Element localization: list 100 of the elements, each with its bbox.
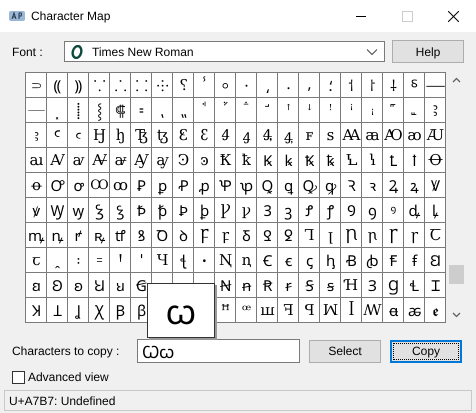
character-cell[interactable]: Ɡ <box>383 273 404 298</box>
character-cell[interactable]: ꞎ <box>173 248 194 273</box>
character-cell[interactable]: ꞩ <box>320 273 341 298</box>
character-cell[interactable]: ꝃ <box>278 148 299 173</box>
character-cell[interactable]: ⸧ <box>26 73 47 98</box>
character-cell[interactable]: Ꭓ <box>89 298 110 323</box>
character-cell[interactable]: ꜣ <box>26 123 47 148</box>
character-cell[interactable]: ꞉ <box>68 248 89 273</box>
character-cell[interactable]: ꝸ <box>131 223 152 248</box>
character-cell[interactable]: ꝕ <box>236 173 257 198</box>
character-cell[interactable]: Ꞩ <box>299 273 320 298</box>
character-cell[interactable]: ꝫ <box>278 198 299 223</box>
character-cell[interactable]: ⸸ <box>383 73 404 98</box>
character-cell[interactable]: ꜟ <box>362 98 383 123</box>
character-cell[interactable]: ꝥ <box>152 198 173 223</box>
character-cell[interactable]: ꜡ <box>404 98 425 123</box>
character-cell[interactable]: Ʞ <box>26 298 47 323</box>
character-cell[interactable]: ⸼ <box>47 98 68 123</box>
character-cell[interactable]: ꜘ <box>215 98 236 123</box>
character-cell[interactable]: Ꞵ <box>110 298 131 323</box>
character-cell[interactable]: ⸳ <box>278 73 299 98</box>
character-cell[interactable]: Ꞝ <box>47 273 68 298</box>
character-cell[interactable]: Ꝉ <box>383 148 404 173</box>
character-cell[interactable]: Ꝙ <box>299 173 320 198</box>
character-cell[interactable]: ꜽ <box>152 148 173 173</box>
character-cell[interactable]: Ꜳ <box>341 123 362 148</box>
character-cell[interactable]: Ꝥ <box>131 198 152 223</box>
character-cell[interactable]: ꜹ <box>68 148 89 173</box>
character-cell[interactable]: ꟼ <box>299 298 320 323</box>
action-button[interactable]: Copy <box>390 340 462 362</box>
character-cell[interactable]: ꜗ <box>194 98 215 123</box>
character-cell[interactable]: ꜥ <box>68 123 89 148</box>
character-cell[interactable]: ꜭ <box>236 123 257 148</box>
character-cell[interactable]: ꝲ <box>425 198 446 223</box>
character-cell[interactable]: ꝴ <box>47 223 68 248</box>
character-cell[interactable]: Ꝁ <box>215 148 236 173</box>
character-cell[interactable]: ꝳ <box>26 223 47 248</box>
character-cell[interactable]: ꝛ <box>362 173 383 198</box>
character-cell[interactable]: ⸪ <box>89 73 110 98</box>
character-cell[interactable]: ⸹ <box>404 73 425 98</box>
character-cell[interactable]: ꝣ <box>110 198 131 223</box>
character-cell[interactable]: ꞊ <box>89 248 110 273</box>
characters-to-copy-field[interactable]: Ꞷꞷ <box>137 339 300 363</box>
character-cell[interactable]: ꝿ <box>278 223 299 248</box>
character-cell[interactable]: ⸴ <box>299 73 320 98</box>
character-cell[interactable]: Ꞓ <box>257 248 278 273</box>
character-cell[interactable]: Ꞑ <box>215 248 236 273</box>
character-cell[interactable]: ꜚ <box>257 98 278 123</box>
character-cell[interactable]: Ꝃ <box>257 148 278 173</box>
character-cell[interactable]: ꜠ <box>383 98 404 123</box>
character-cell[interactable]: Ꝅ <box>299 148 320 173</box>
character-cell[interactable]: Ᵹ <box>236 223 257 248</box>
character-cell[interactable]: Ꞗ <box>341 248 362 273</box>
character-cell[interactable]: Ꝩ <box>215 198 236 223</box>
character-cell[interactable]: ⸿ <box>110 98 131 123</box>
character-cell[interactable]: Ꞛ <box>425 248 446 273</box>
character-cell[interactable]: Ꝏ <box>89 173 110 198</box>
character-cell[interactable]: ꟺ <box>257 298 278 323</box>
character-cell[interactable]: ꞈ <box>47 248 68 273</box>
character-cell[interactable]: ꜱ <box>320 123 341 148</box>
font-dropdown[interactable]: Times New Roman <box>64 41 385 62</box>
character-cell[interactable]: ꟹ <box>236 298 257 323</box>
character-cell[interactable]: ꬱ <box>404 298 425 323</box>
character-cell[interactable]: Ꜷ <box>425 123 446 148</box>
character-cell[interactable]: Ꝡ <box>47 198 68 223</box>
character-cell[interactable]: ꞙ <box>404 248 425 273</box>
character-cell[interactable]: Ꜫ <box>173 123 194 148</box>
character-cell[interactable]: ꝷ <box>110 223 131 248</box>
character-cell[interactable]: ꝙ <box>320 173 341 198</box>
character-cell[interactable]: ꞌ <box>131 248 152 273</box>
character-cell[interactable]: ꞝ <box>68 273 89 298</box>
character-cell[interactable]: ꝇ <box>362 148 383 173</box>
character-cell[interactable]: ꞛ <box>26 273 47 298</box>
character-cell[interactable]: Ꝣ <box>89 198 110 223</box>
character-cell[interactable]: Ꝗ <box>257 173 278 198</box>
character-cell[interactable]: ꜳ <box>362 123 383 148</box>
character-cell[interactable]: ⸶ <box>341 73 362 98</box>
character-cell[interactable]: Ɥ <box>152 248 173 273</box>
character-cell[interactable]: ⸵ <box>320 73 341 98</box>
character-cell[interactable]: Ꜽ <box>131 148 152 173</box>
character-cell[interactable]: ꝟ <box>26 198 47 223</box>
character-cell[interactable]: Ꝧ <box>173 198 194 223</box>
character-cell[interactable]: ꞧ <box>278 273 299 298</box>
character-cell[interactable]: Ꝯ <box>341 198 362 223</box>
character-cell[interactable]: ⸭ <box>152 73 173 98</box>
character-cell[interactable]: ꝭ <box>320 198 341 223</box>
character-cell[interactable]: ⸱ <box>236 73 257 98</box>
character-cell[interactable]: ⸯ <box>194 73 215 98</box>
character-cell[interactable]: Ꝍ <box>47 173 68 198</box>
character-cell[interactable]: ꝡ <box>68 198 89 223</box>
character-cell[interactable]: ꝝ <box>404 173 425 198</box>
character-cell[interactable]: ⸮ <box>173 73 194 98</box>
character-cell[interactable]: Ꝼ <box>194 223 215 248</box>
character-cell[interactable]: ꟿ <box>362 298 383 323</box>
character-cell[interactable]: ꜜ <box>299 98 320 123</box>
character-cell[interactable]: ꝺ <box>173 223 194 248</box>
character-cell[interactable]: Ꜯ <box>257 123 278 148</box>
character-cell[interactable]: Ꝋ <box>425 148 446 173</box>
character-cell[interactable]: ⸷ <box>362 73 383 98</box>
character-cell[interactable]: ꝗ <box>278 173 299 198</box>
